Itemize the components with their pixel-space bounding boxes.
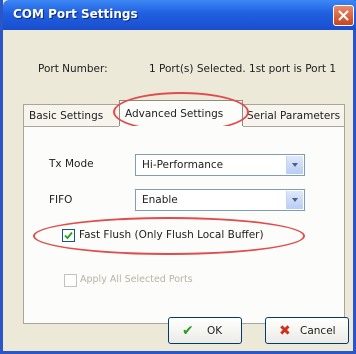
apply-all-checkbox[interactable]	[64, 274, 77, 287]
apply-all-label: Apply All Selected Ports	[80, 274, 193, 285]
check-icon: ✔	[182, 323, 194, 339]
tab-divider	[23, 126, 119, 127]
ok-button[interactable]: ✔ OK	[168, 317, 242, 344]
chevron-down-icon[interactable]	[286, 156, 303, 174]
tab-divider-right	[243, 126, 345, 127]
cancel-button[interactable]: ✖ Cancel	[265, 317, 349, 344]
chevron-down-icon[interactable]	[286, 191, 303, 209]
port-number-value: 1 Port(s) Selected. 1st port is Port 1	[149, 63, 337, 75]
com-port-settings-dialog: COM Port Settings Port Number: 1 Port(s)…	[0, 0, 356, 354]
window-title: COM Port Settings	[13, 7, 138, 21]
port-number-label: Port Number:	[38, 63, 108, 75]
fast-flush-highlight-ellipse	[33, 217, 305, 255]
cancel-button-label: Cancel	[300, 325, 336, 337]
tab-basic-settings[interactable]: Basic Settings	[23, 104, 121, 126]
tx-mode-value: Hi-Performance	[142, 159, 224, 171]
tx-mode-select[interactable]: Hi-Performance	[135, 154, 305, 176]
ok-button-label: OK	[207, 325, 223, 337]
close-button[interactable]	[333, 5, 354, 26]
fifo-select[interactable]: Enable	[135, 189, 305, 211]
title-bar[interactable]: COM Port Settings	[3, 0, 356, 30]
tx-mode-label: Tx Mode	[49, 158, 94, 170]
close-icon	[338, 10, 349, 21]
tab-serial-parameters[interactable]: Serial Parameters	[241, 104, 345, 126]
fifo-value: Enable	[142, 194, 178, 206]
fifo-label: FIFO	[49, 194, 73, 206]
cross-icon: ✖	[279, 323, 291, 339]
